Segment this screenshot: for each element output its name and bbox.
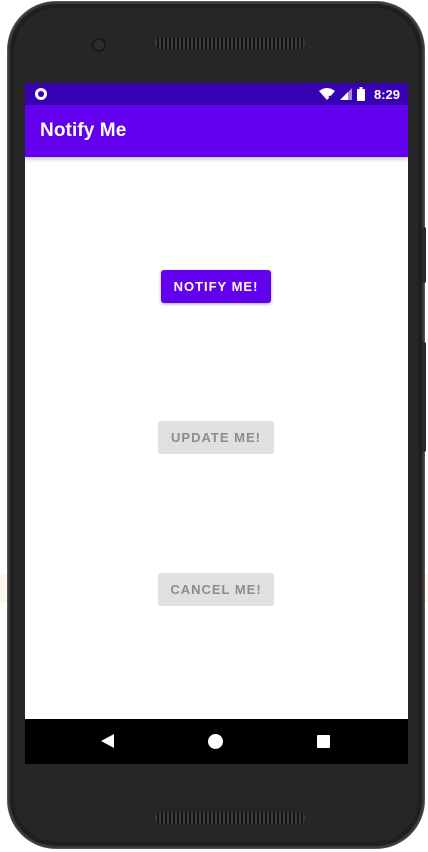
front-camera (94, 40, 104, 50)
device-screen: 8:29 Notify Me NOTIFY ME! UPDATE ME! CAN… (25, 83, 408, 764)
top-speaker-grille (155, 37, 305, 49)
update-button[interactable]: UPDATE ME! (158, 421, 274, 454)
cancel-button[interactable]: CANCEL ME! (158, 573, 274, 606)
status-time: 8:29 (373, 86, 400, 102)
notification-dot-icon (35, 88, 47, 100)
back-icon[interactable] (101, 734, 114, 748)
volume-button (422, 342, 426, 452)
battery-icon (356, 87, 365, 101)
navigation-bar (25, 719, 408, 764)
app-title: Notify Me (40, 120, 127, 141)
notify-button[interactable]: NOTIFY ME! (161, 270, 271, 303)
home-icon[interactable] (208, 734, 223, 749)
status-bar: 8:29 (25, 83, 408, 105)
app-bar: Notify Me (25, 105, 408, 157)
status-icons: 8:29 (318, 83, 400, 105)
bottom-speaker-grille (155, 812, 305, 824)
signal-icon (339, 88, 352, 100)
power-button (422, 227, 426, 283)
recents-icon[interactable] (317, 735, 330, 748)
wifi-icon (318, 88, 335, 100)
